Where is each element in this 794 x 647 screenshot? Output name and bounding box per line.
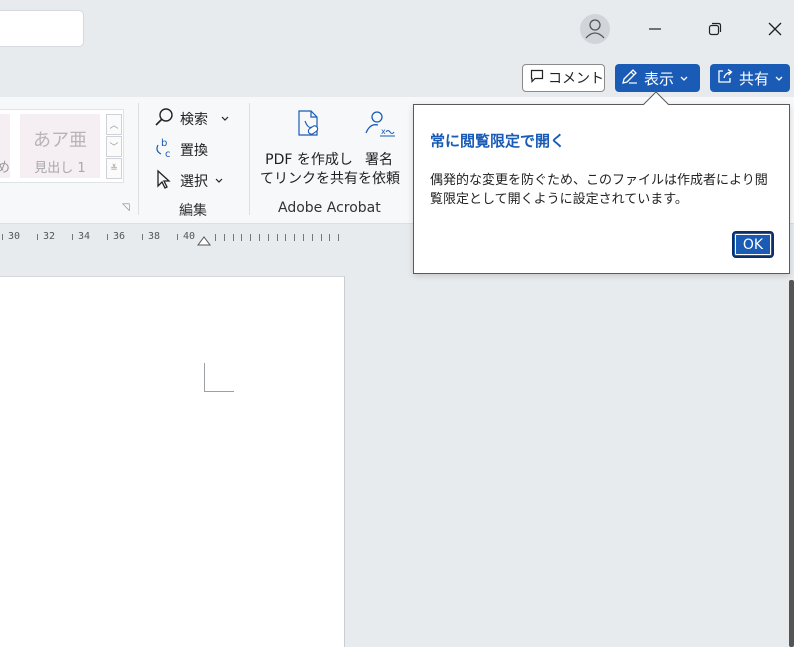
styles-gallery: め あア亜 見出し 1 ︿ ﹀ ≚ (0, 109, 124, 183)
share-label: 共有 (739, 69, 770, 88)
minimize-icon[interactable] (637, 12, 673, 46)
pen-icon (621, 67, 639, 89)
ruler-tick (312, 234, 313, 241)
editing-group-label: 編集 (179, 203, 207, 219)
chevron-down-icon (679, 69, 689, 87)
ruler-tick (294, 234, 295, 241)
sign-label-line1: 署名 (365, 152, 393, 168)
group-divider (138, 103, 139, 215)
chevron-down-icon (774, 69, 784, 87)
ruler-tick (224, 234, 225, 241)
chevron-down-icon (220, 111, 230, 127)
ruler-tick (338, 234, 339, 241)
search-box[interactable] (0, 10, 84, 47)
select-label: 選択 (180, 174, 208, 190)
chevron-down-icon (214, 173, 224, 189)
ruler-tick (329, 234, 330, 241)
ruler-tick (2, 234, 3, 240)
sign-label-line2: を依頼 (358, 171, 400, 187)
scroll-up-icon[interactable]: ︿ (106, 114, 122, 135)
ruler-tick (241, 234, 242, 241)
more-styles-icon[interactable]: ≚ (106, 158, 122, 179)
style-item-previous-label: め (0, 160, 10, 176)
share-button[interactable]: 共有 (710, 64, 790, 92)
replace-icon: bc (154, 137, 174, 163)
signature-icon: x (362, 109, 396, 145)
ruler-tick (233, 234, 234, 241)
ruler-number: 36 (113, 231, 126, 242)
document-page[interactable] (0, 276, 345, 647)
ruler-tick (72, 234, 73, 240)
ruler-number: 32 (43, 231, 56, 242)
ruler-tick (177, 234, 178, 240)
ruler-tick (303, 234, 304, 241)
find-label: 検索 (180, 112, 208, 128)
ruler-number: 38 (148, 231, 161, 242)
ruler-tick (215, 234, 216, 241)
acrobat-group-label: Adobe Acrobat (278, 200, 381, 216)
margin-mark (204, 391, 234, 392)
view-mode-button[interactable]: 表示 (615, 64, 700, 92)
comment-icon (530, 69, 544, 87)
style-item-heading1[interactable]: あア亜 見出し 1 (20, 114, 100, 178)
style-sample: あア亜 (33, 130, 87, 151)
request-signature-button[interactable]: x 署名 を依頼 (358, 109, 400, 189)
ruler-tick (277, 234, 278, 241)
ruler-number: 34 (78, 231, 91, 242)
comment-button[interactable]: コメント (522, 64, 605, 92)
ruler-tick (37, 234, 38, 240)
styles-scroll: ︿ ﹀ ≚ (106, 114, 124, 180)
svg-text:b: b (161, 138, 167, 149)
scroll-down-icon[interactable]: ﹀ (106, 136, 122, 157)
ruler-tick (142, 234, 143, 240)
avatar-icon[interactable] (580, 14, 610, 44)
right-indent-marker-icon[interactable] (197, 233, 211, 247)
share-icon (716, 67, 734, 89)
ruler-tick (268, 234, 269, 241)
create-pdf-label-line2: てリンクを共有 (260, 171, 358, 187)
find-button[interactable]: 検索 (154, 107, 230, 131)
search-icon (154, 107, 174, 131)
margin-mark (204, 363, 205, 392)
create-pdf-share-link-button[interactable]: PDF を作成し てリンクを共有 (260, 109, 358, 189)
close-icon[interactable] (757, 12, 793, 46)
replace-button[interactable]: bc 置換 (154, 137, 208, 163)
ruler-tick (259, 234, 260, 241)
replace-label: 置換 (180, 143, 208, 159)
callout-body: 偶発的な変更を防ぐため、このファイルは作成者により閲覧限定として開くように設定さ… (430, 173, 768, 207)
ruler-tick (285, 234, 286, 241)
select-button[interactable]: 選択 (154, 169, 224, 193)
dialog-launcher-icon[interactable]: ◹ (122, 202, 130, 213)
read-only-callout: 常に閲覧限定で開く 偶発的な変更を防ぐため、このファイルは作成者により閲覧限定と… (413, 104, 790, 274)
ruler-number: 40 (183, 231, 196, 242)
ruler-number: 30 (8, 231, 21, 242)
select-icon (154, 169, 174, 193)
horizontal-ruler[interactable]: 30 32 34 36 38 40 (0, 224, 420, 248)
view-mode-label: 表示 (644, 69, 675, 88)
svg-text:c: c (165, 149, 171, 159)
ok-button[interactable]: OK (732, 231, 774, 258)
svg-text:x: x (381, 127, 386, 136)
create-pdf-label-line1: PDF を作成し (265, 152, 353, 168)
comment-label: コメント (548, 71, 604, 87)
vertical-scrollbar[interactable] (789, 280, 794, 647)
ruler-tick (107, 234, 108, 240)
pdf-link-icon (295, 109, 323, 145)
group-divider (249, 103, 250, 215)
restore-icon[interactable] (697, 12, 733, 46)
ruler-tick (250, 234, 251, 241)
callout-title: 常に閲覧限定で開く (430, 132, 566, 150)
ruler-tick (321, 234, 322, 241)
style-name: 見出し 1 (34, 161, 86, 176)
